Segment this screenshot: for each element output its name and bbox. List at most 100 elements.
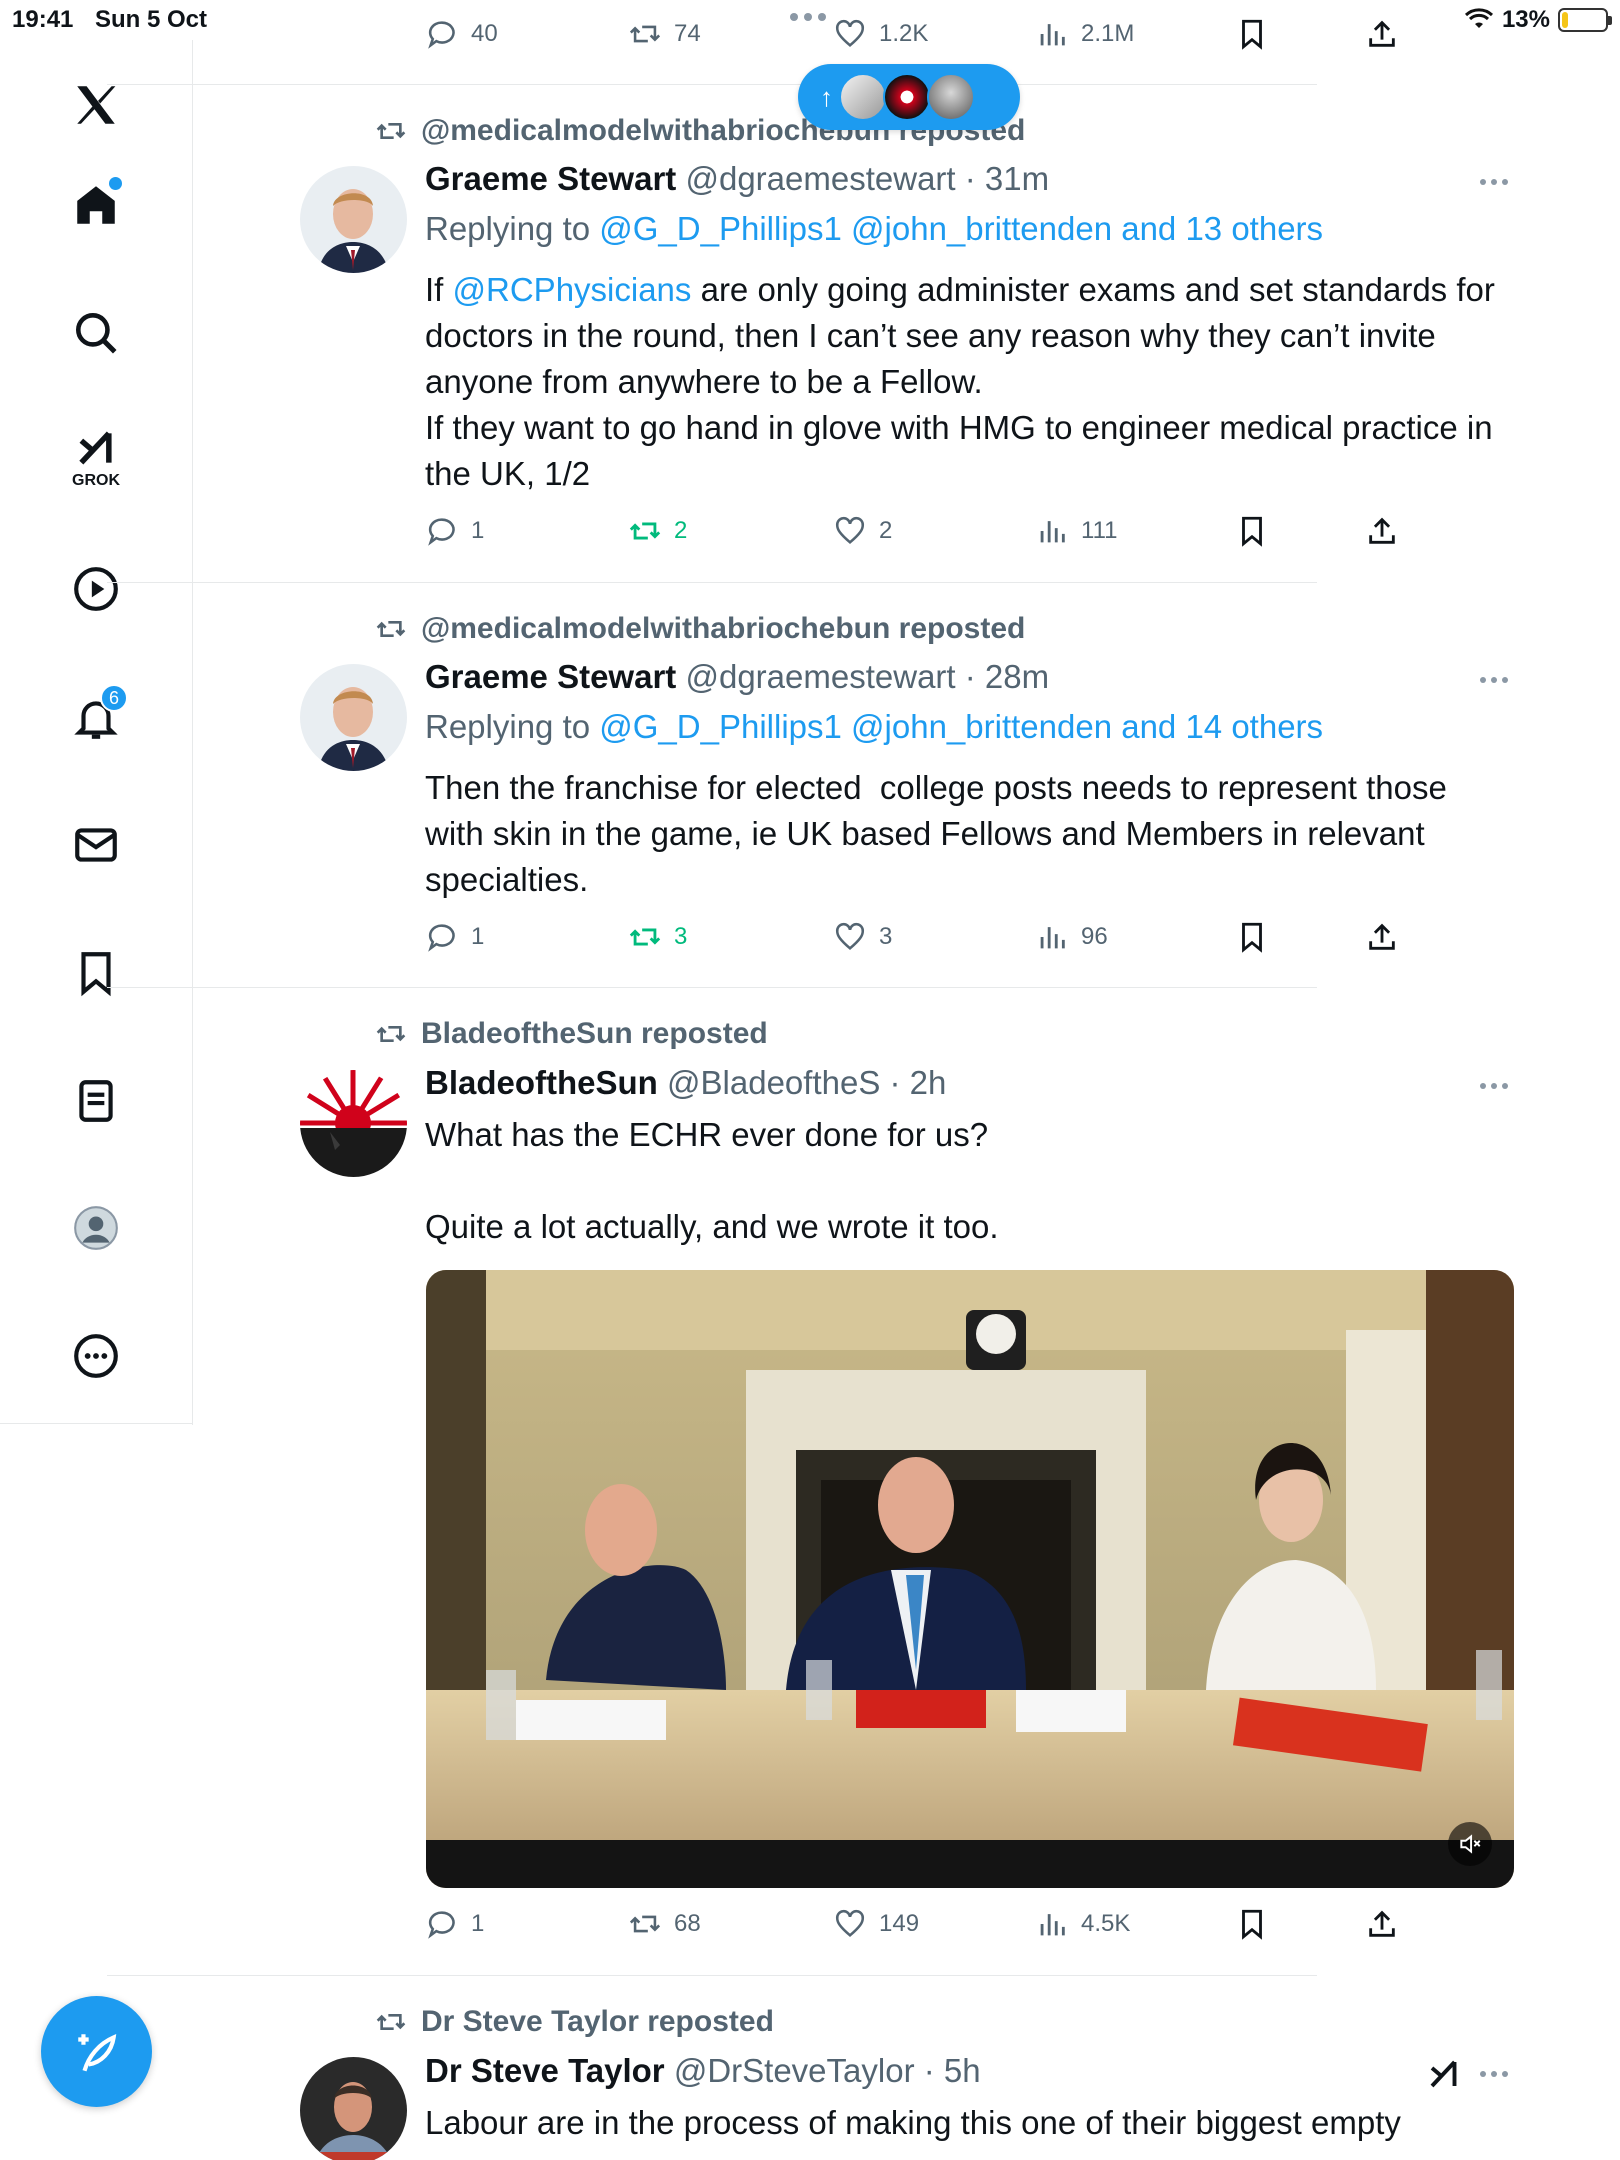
views-action[interactable]: 96 bbox=[1035, 920, 1108, 954]
author-name[interactable]: Dr Steve Taylor bbox=[425, 2052, 665, 2089]
new-posts-dot bbox=[109, 177, 122, 190]
heart-icon bbox=[835, 19, 865, 48]
sidebar-item-bookmarks[interactable] bbox=[56, 933, 136, 1013]
avatar[interactable] bbox=[300, 166, 407, 273]
play-icon bbox=[74, 567, 118, 611]
sidebar-divider bbox=[0, 1423, 193, 1424]
post-time[interactable]: · 5h bbox=[924, 2052, 981, 2089]
post-time[interactable]: · 31m bbox=[965, 160, 1049, 197]
mention-link[interactable]: @RCPhysicians bbox=[453, 271, 692, 308]
post-header: BladeoftheSun @BladeoftheS · 2h bbox=[425, 1064, 946, 1102]
repost-label: @medicalmodelwithabriochebun reposted bbox=[421, 612, 1026, 645]
post-more-menu[interactable] bbox=[1480, 2069, 1510, 2079]
repost-action[interactable]: 3 bbox=[628, 920, 687, 954]
share-action[interactable] bbox=[1365, 17, 1399, 51]
avatar[interactable] bbox=[300, 1070, 407, 1177]
views-icon bbox=[1040, 24, 1065, 46]
drag-handle-dots[interactable] bbox=[790, 13, 826, 21]
sidebar-item-notifications[interactable]: 6 bbox=[56, 678, 136, 758]
sidebar-item-lists[interactable] bbox=[56, 1061, 136, 1141]
post-more-menu[interactable] bbox=[1480, 177, 1510, 187]
bookmark-action[interactable] bbox=[1235, 17, 1269, 51]
reply-action[interactable]: 1 bbox=[425, 1907, 484, 1941]
reply-action[interactable]: 1 bbox=[425, 514, 484, 548]
compose-button[interactable] bbox=[41, 1996, 152, 2107]
post-more-menu[interactable] bbox=[1480, 675, 1510, 685]
sidebar-item-profile[interactable] bbox=[56, 1188, 136, 1268]
bookmark-icon bbox=[1242, 1909, 1262, 1940]
bookmark-icon bbox=[1242, 922, 1262, 953]
bookmark-action[interactable] bbox=[1235, 514, 1269, 548]
post-time[interactable]: · 28m bbox=[965, 658, 1049, 695]
profile-icon bbox=[74, 1206, 118, 1250]
sidebar-item-search[interactable] bbox=[56, 293, 136, 373]
repost-indicator[interactable]: BladeoftheSun reposted bbox=[375, 1017, 768, 1051]
repost-indicator[interactable]: @medicalmodelwithabriochebun reposted bbox=[375, 612, 1025, 646]
reply-mentions-link[interactable]: @G_D_Phillips1 @john_brittenden and 14 o… bbox=[599, 708, 1323, 745]
repost-label: Dr Steve Taylor reposted bbox=[421, 2005, 774, 2038]
post-body: Labour are in the process of making this… bbox=[425, 2104, 1401, 2141]
new-posts-pill[interactable]: ↑ bbox=[798, 64, 1020, 130]
avatar[interactable] bbox=[300, 2057, 407, 2160]
avatar[interactable] bbox=[300, 664, 407, 771]
mute-button[interactable] bbox=[1448, 1822, 1492, 1866]
avatar-graeme-stewart bbox=[300, 664, 407, 771]
notification-badge: 6 bbox=[100, 684, 128, 712]
author-handle[interactable]: @DrSteveTaylor bbox=[674, 2052, 915, 2089]
views-action[interactable]: 111 bbox=[1035, 514, 1117, 548]
reply-icon bbox=[428, 518, 455, 546]
post-more-menu[interactable] bbox=[1480, 1081, 1510, 1091]
author-name[interactable]: BladeoftheSun bbox=[425, 1064, 658, 1101]
views-action[interactable]: 2.1M bbox=[1035, 17, 1134, 51]
repost-action[interactable]: 2 bbox=[628, 514, 687, 548]
grok-label: GROK bbox=[72, 472, 120, 489]
reply-action[interactable]: 1 bbox=[425, 920, 484, 954]
video-player[interactable] bbox=[426, 1270, 1514, 1888]
share-action[interactable] bbox=[1365, 1907, 1399, 1941]
views-icon bbox=[1040, 521, 1065, 543]
share-action[interactable] bbox=[1365, 514, 1399, 548]
repost-icon bbox=[629, 522, 661, 540]
author-handle[interactable]: @BladeoftheS bbox=[667, 1064, 880, 1101]
sidebar-item-video[interactable] bbox=[56, 549, 136, 629]
author-handle[interactable]: @dgraemestewart bbox=[685, 160, 955, 197]
like-action[interactable]: 2 bbox=[833, 514, 892, 548]
grok-icon bbox=[79, 431, 112, 465]
bookmark-action[interactable] bbox=[1235, 1907, 1269, 1941]
sidebar-item-home[interactable] bbox=[56, 165, 136, 245]
views-action[interactable]: 4.5K bbox=[1035, 1907, 1130, 1941]
compose-feather-icon bbox=[77, 2033, 116, 2071]
post-time[interactable]: · 2h bbox=[890, 1064, 947, 1101]
reply-action[interactable]: 40 bbox=[425, 17, 498, 51]
bookmark-icon bbox=[1242, 19, 1262, 50]
video-thumbnail bbox=[426, 1270, 1514, 1888]
author-name[interactable]: Graeme Stewart bbox=[425, 160, 676, 197]
sidebar-item-more[interactable] bbox=[56, 1316, 136, 1396]
share-action[interactable] bbox=[1365, 920, 1399, 954]
repost-action[interactable]: 68 bbox=[628, 1907, 701, 1941]
sidebar-item-grok[interactable]: GROK bbox=[56, 418, 136, 498]
repost-icon bbox=[376, 1026, 406, 1042]
sidebar-item-messages[interactable] bbox=[56, 805, 136, 885]
arrow-up-icon: ↑ bbox=[820, 81, 833, 112]
author-handle[interactable]: @dgraemestewart bbox=[685, 658, 955, 695]
x-logo-icon bbox=[77, 86, 116, 124]
share-icon bbox=[1369, 20, 1395, 47]
reply-mentions-link[interactable]: @G_D_Phillips1 @john_brittenden and 13 o… bbox=[599, 210, 1323, 247]
views-icon bbox=[1040, 927, 1065, 949]
post-header: Graeme Stewart @dgraemestewart · 28m bbox=[425, 658, 1049, 696]
bookmark-action[interactable] bbox=[1235, 920, 1269, 954]
like-action[interactable]: 3 bbox=[833, 920, 892, 954]
grok-icon bbox=[1430, 2060, 1457, 2088]
action-row-top: 40 74 1.2K 2.1M bbox=[425, 17, 1405, 57]
post-body: Then the franchise for elected college p… bbox=[425, 769, 1456, 898]
grok-explain-button[interactable] bbox=[1425, 2056, 1463, 2097]
post-separator bbox=[107, 1975, 1317, 1976]
x-logo[interactable] bbox=[56, 65, 136, 145]
author-name[interactable]: Graeme Stewart bbox=[425, 658, 676, 695]
like-action[interactable]: 1.2K bbox=[833, 17, 928, 51]
repost-action[interactable]: 74 bbox=[628, 17, 701, 51]
repost-indicator[interactable]: Dr Steve Taylor reposted bbox=[375, 2005, 774, 2039]
replying-to: Replying to @G_D_Phillips1 @john_britten… bbox=[425, 210, 1324, 247]
like-action[interactable]: 149 bbox=[833, 1907, 919, 1941]
